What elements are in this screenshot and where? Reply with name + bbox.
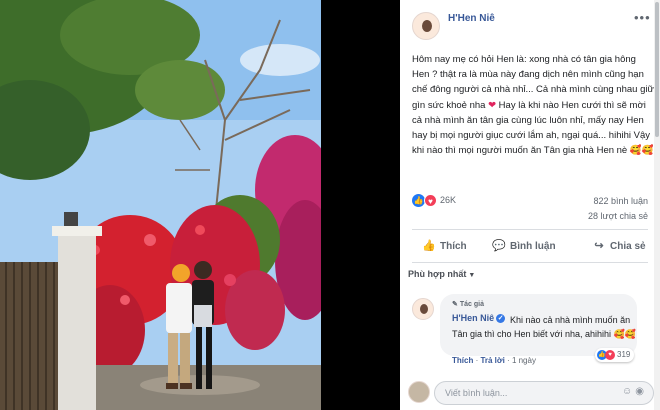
comment-sort-dropdown[interactable]: Phù hợp nhất ▼ [408,269,475,279]
composer-icons: ☺◉ [622,386,647,397]
love-reaction-icon: ♥ [605,350,615,360]
smiling-hearts-emoji: 🥰🥰 [629,145,654,157]
comment-count[interactable]: 822 bình luận [593,196,648,206]
author-avatar[interactable] [412,12,440,40]
pen-icon: ✎ [452,301,458,308]
comment-bubble: ✎ Tác giả Khi nào cả nhà mình muốn ăn Tân… [440,294,637,356]
comment-reaction-count: 319 [617,350,631,359]
comment-input-placeholder: Viết bình luận... [445,388,508,398]
post-stats: 👍 ♥ 26K 822 bình luận 28 lượt chia sẻ [412,194,648,226]
post-sidebar: H'Hen Niê ••• Hôm nay mẹ có hỏi Hen là: … [400,0,660,410]
sort-label: Phù hợp nhất [408,269,467,279]
photo-scene [0,0,321,410]
comment-author[interactable]: H'Hen Niê ✓ [452,313,506,324]
comment-author-name[interactable]: H'Hen Niê [452,313,494,323]
share-button[interactable]: ↪ Chia sẻ [592,232,646,260]
divider [412,262,648,263]
reaction-count[interactable]: 26K [440,195,456,205]
action-bar: 👍 Thích 💬 Bình luận ↪ Chia sẻ [412,232,648,260]
comment-reply-link[interactable]: Trả lời [480,356,504,365]
camera-icon[interactable]: ◉ [635,386,647,397]
more-options-icon[interactable]: ••• [634,10,651,25]
emoji-icon[interactable]: ☺ [622,386,635,397]
post-header: H'Hen Niê ••• [400,0,660,40]
like-button[interactable]: 👍 Thích [422,232,467,260]
author-badge-label: Tác giả [459,301,484,308]
photo-viewer: H'Hen Niê ••• Hôm nay mẹ có hỏi Hen là: … [0,0,660,410]
comment-composer: Viết bình luận... ☺◉ [400,376,660,410]
comment-reactions[interactable]: 👍 ♥ 319 [595,348,635,362]
comment-time[interactable]: 1 ngày [512,356,536,365]
share-label: Chia sẻ [610,241,646,252]
comment-input[interactable]: Viết bình luận... ☺◉ [434,381,654,405]
love-reaction-icon[interactable]: ♥ [424,194,437,207]
post-text: Hôm nay mẹ có hỏi Hen là: xong nhà có tâ… [412,52,654,158]
verified-icon: ✓ [496,314,506,324]
current-user-avatar [408,381,430,403]
author-badge: ✎ Tác giả [452,300,484,308]
comment-like-link[interactable]: Thích [452,356,473,365]
thumbs-up-icon: 👍 [422,240,436,252]
like-label: Thích [440,241,467,252]
comment-label: Bình luận [510,241,556,252]
post-photo[interactable] [0,0,321,410]
comment-item: ✎ Tác giả Khi nào cả nhà mình muốn ăn Tân… [408,290,658,370]
comment-icon: 💬 [492,240,506,252]
comment-button[interactable]: 💬 Bình luận [492,232,556,260]
share-icon: ↪ [594,240,604,252]
divider [412,229,648,230]
author-name[interactable]: H'Hen Niê [448,13,495,24]
scrollbar[interactable] [654,0,660,410]
comment-actions: Thích · Trả lời · 1 ngày [452,356,536,365]
caret-down-icon: ▼ [468,272,476,279]
share-count[interactable]: 28 lượt chia sẻ [588,211,648,221]
commenter-avatar[interactable] [412,298,434,320]
heart-emoji: ❤ [488,99,497,111]
scrollbar-thumb[interactable] [655,2,659,137]
